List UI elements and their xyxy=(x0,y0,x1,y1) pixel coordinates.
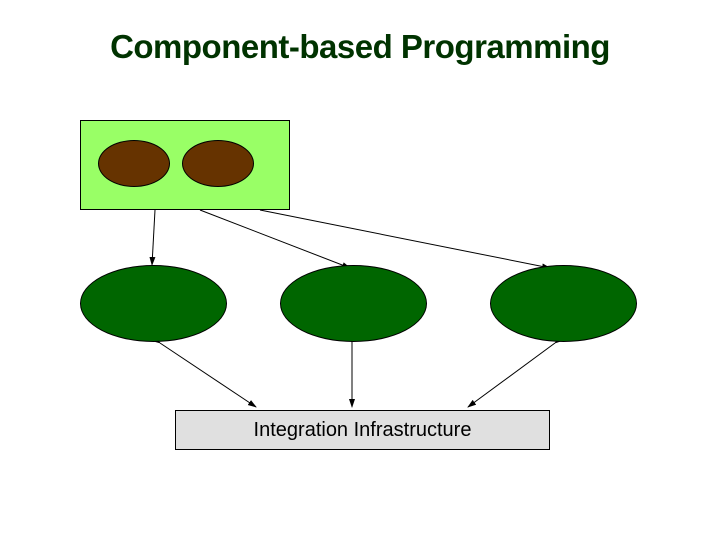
integration-infrastructure-box: Integration Infrastructure xyxy=(175,410,550,450)
component-oval-1 xyxy=(98,140,170,187)
module-oval-2 xyxy=(280,265,427,342)
infra-label: Integration Infrastructure xyxy=(254,419,472,442)
diagram-title: Component-based Programming xyxy=(0,28,720,66)
module-oval-1 xyxy=(80,265,227,342)
component-oval-2 xyxy=(182,140,254,187)
module-oval-3 xyxy=(490,265,637,342)
